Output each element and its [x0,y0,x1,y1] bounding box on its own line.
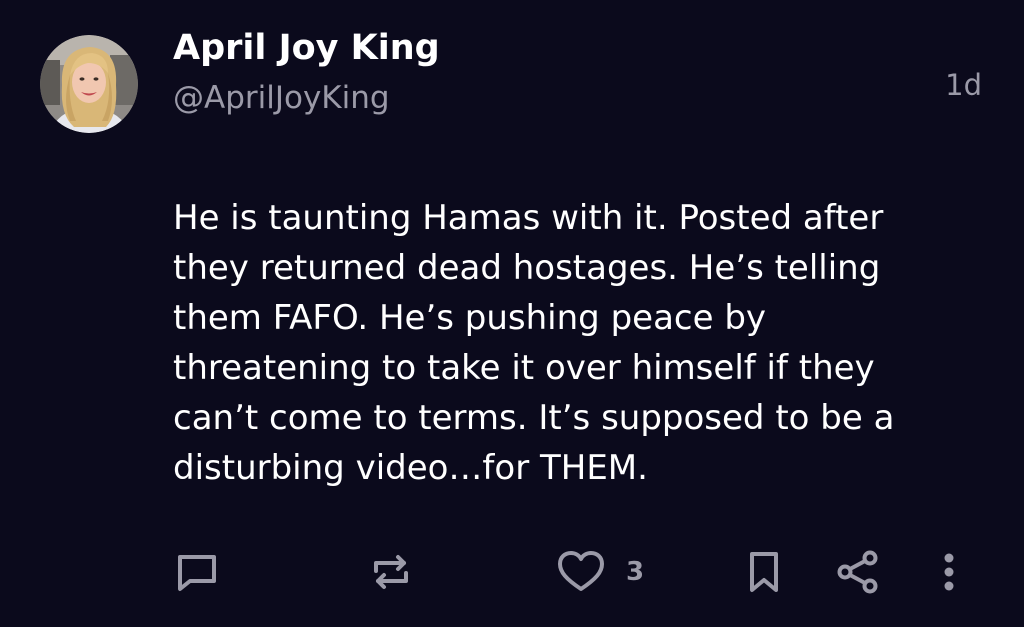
post-body-line: can’t come to terms. It’s supposed to be… [173,398,895,438]
author-display-name[interactable]: April Joy King [173,28,440,68]
comment-icon [178,555,216,591]
heart-icon [558,551,604,591]
like-button[interactable]: 3 [556,540,644,604]
post-body-line: them FAFO. He’s pushing peace by [173,298,767,338]
bookmark-button[interactable] [744,540,784,604]
post-body-line: they returned dead hostages. He’s tellin… [173,248,881,288]
repost-icon [374,555,408,589]
reply-button[interactable] [174,540,220,604]
more-options-button[interactable] [936,540,962,604]
post-action-bar: 3 [0,540,1024,604]
post-timestamp[interactable]: 1d [945,68,982,102]
share-icon [837,550,878,594]
repost-button[interactable] [368,540,414,604]
like-count: 3 [626,557,645,587]
post-body: He is taunting Hamas with it. Posted aft… [173,193,963,493]
post-body-line: threatening to take it over himself if t… [173,348,875,388]
bookmark-icon [750,552,778,592]
post-card: April Joy King @AprilJoyKing 1d He is ta… [0,0,1024,627]
post-body-line: disturbing video…for THEM. [173,448,648,488]
avatar[interactable] [40,35,138,133]
more-vertical-icon [944,553,954,591]
author-handle[interactable]: @AprilJoyKing [173,80,390,116]
avatar-image [40,35,138,133]
post-body-line: He is taunting Hamas with it. Posted aft… [173,198,884,238]
share-button[interactable] [834,540,882,604]
